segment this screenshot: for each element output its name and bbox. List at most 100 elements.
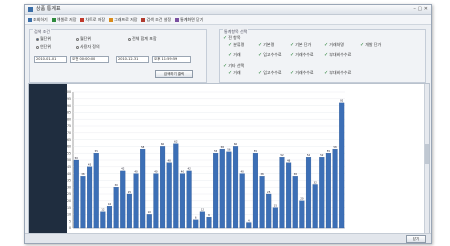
group1-checkbox-3[interactable]: ✓ 거래처명 <box>324 42 344 48</box>
other-items-checkbox[interactable]: ✓ 기타 선택 <box>223 63 244 69</box>
bar-value-label: 55 <box>327 149 331 153</box>
close-button[interactable]: 닫기 <box>406 235 426 243</box>
bar <box>106 206 113 229</box>
bar <box>120 170 126 229</box>
y-tick-label: 60 <box>67 145 71 149</box>
checkmark-icon: ✓ <box>258 41 263 48</box>
bar <box>286 162 292 229</box>
toolbar-button-3[interactable]: 그래프로 저장 <box>109 17 137 23</box>
y-tick-label: 35 <box>67 179 71 183</box>
group2-checkbox-2[interactable]: ✓ 거래수수료 <box>290 70 314 76</box>
bar <box>193 219 199 229</box>
bar-value-label: 55 <box>254 149 258 153</box>
group2-checkbox-1[interactable]: ✓ 입고수수료 <box>258 70 282 76</box>
bar-value-label: 50 <box>75 156 79 160</box>
period-radio-0[interactable]: 월단위 <box>36 36 51 42</box>
radio-dot <box>128 37 131 41</box>
group1-checkbox-2[interactable]: ✓ 기본 단가 <box>290 42 311 48</box>
radio-dot <box>36 45 39 49</box>
bar <box>186 170 192 229</box>
radio-dot <box>36 37 39 41</box>
checkmark-icon: ✓ <box>360 41 365 48</box>
group1-checkbox-1[interactable]: ✓ 기본명 <box>258 42 274 48</box>
window-controls[interactable]: – ▢ ✕ <box>413 6 428 13</box>
bar <box>173 143 179 229</box>
search-button[interactable]: 검색하기 클릭 <box>155 70 193 78</box>
bar-value-label: 42 <box>187 167 191 171</box>
period-radio-4[interactable]: 사용자 정의 <box>76 44 100 50</box>
from-time-field[interactable]: 오전 00:00:00 <box>70 56 109 63</box>
filter-icon <box>141 17 146 22</box>
toolbar-button-4[interactable]: 검색 조건 설정 <box>141 17 171 23</box>
bar <box>312 184 318 229</box>
to-date-field[interactable]: 2010-12-31 <box>116 56 149 63</box>
bar <box>93 153 99 229</box>
group1-checkbox-4[interactable]: ✓ 개발 단가 <box>360 42 381 48</box>
y-tick-label: 5 <box>69 219 71 223</box>
toolbar-button-5[interactable]: 통계화면 닫기 <box>175 17 203 23</box>
bar <box>140 148 146 229</box>
bar-value-label: 45 <box>88 163 92 167</box>
period-radio-2[interactable]: 전체 합계 포함 <box>128 36 157 42</box>
bar <box>100 211 106 229</box>
bar-value-label: 48 <box>168 159 172 163</box>
bar-chart: 0 5 10 15 20 25 30 35 40 45 50 55 60 65 70 75 80 85 90 95 10… <box>29 84 425 234</box>
bar-value-label: 32 <box>313 180 317 184</box>
all-items-checkbox[interactable]: ✓ 전 항목 <box>223 35 241 41</box>
chart-left-strip <box>29 84 67 234</box>
group2-checkbox-0[interactable]: ✓ 거래 <box>228 70 241 76</box>
group2-checkbox-3[interactable]: ✓ 부대비수수료 <box>324 70 351 76</box>
period-radio-1[interactable]: 월단위 <box>76 36 91 42</box>
bar-value-label: 8 <box>208 213 210 217</box>
excel-icon <box>51 17 56 22</box>
to-time-field[interactable]: 오후 11:59:59 <box>152 56 191 63</box>
chart-right-margin <box>351 84 425 234</box>
scroll-thumb[interactable] <box>425 144 429 164</box>
y-tick-label: 75 <box>67 124 71 128</box>
bar-value-label: 58 <box>221 145 225 149</box>
group1-checkbox-8[interactable]: ✓ 부대비수수료 <box>324 52 351 58</box>
from-date-field[interactable]: 2010-01-01 <box>34 56 67 63</box>
checkbox-label: 입고수수료 <box>263 52 282 57</box>
bar-value-label: 55 <box>214 149 218 153</box>
vertical-scrollbar[interactable] <box>424 84 429 234</box>
radio-label: 사용자 정의 <box>80 44 100 49</box>
y-tick-label: 30 <box>67 185 71 189</box>
toolbar-button-1[interactable]: 엑셀로 저장 <box>51 17 76 23</box>
checkbox-label: 입고수수료 <box>263 70 282 75</box>
bar-value-label: 60 <box>161 142 165 146</box>
group1-checkbox-7[interactable]: ✓ 거래수수료 <box>290 52 314 58</box>
bar <box>252 153 258 229</box>
group1-checkbox-5[interactable]: ✓ 거래 <box>228 52 241 58</box>
toolbar-button-2[interactable]: 차트로 저장 <box>80 17 105 23</box>
y-tick-label: 40 <box>67 172 71 176</box>
other-items-label: 기타 선택 <box>228 63 245 68</box>
bar-value-label: 25 <box>267 190 271 194</box>
y-tick-label: 100 <box>65 90 71 94</box>
checkmark-icon: ✓ <box>228 69 233 76</box>
checkbox-label: 개발 단가 <box>365 42 382 47</box>
checkmark-icon: ✓ <box>324 41 329 48</box>
status-bar: 닫기 <box>25 233 431 243</box>
radio-label: 월단위 <box>40 36 52 41</box>
group1-checkbox-6[interactable]: ✓ 입고수수료 <box>258 52 282 58</box>
period-radio-3[interactable]: 연단위 <box>36 44 51 50</box>
y-tick-label: 70 <box>67 131 71 135</box>
bar <box>239 173 245 229</box>
bar-value-label: 12 <box>101 207 105 211</box>
y-tick-label: 95 <box>67 97 71 101</box>
y-tick-label: 50 <box>67 158 71 162</box>
y-tick-label: 20 <box>67 199 71 203</box>
toolbar-button-0[interactable]: 조회하기 <box>28 17 48 23</box>
bar-value-label: 92 <box>340 99 344 103</box>
toolbar-label: 통계화면 닫기 <box>180 16 204 22</box>
group1-checkbox-0[interactable]: ✓ 분류명 <box>228 42 244 48</box>
bar-value-label: 16 <box>108 202 112 206</box>
y-tick-label: 80 <box>67 117 71 121</box>
y-tick-label: 0 <box>69 226 71 230</box>
bar-value-label: 10 <box>148 210 152 214</box>
checkbox-label: 거래처명 <box>329 42 344 47</box>
checkbox-label: 부대비수수료 <box>329 70 352 75</box>
bar-value-label: 30 <box>114 183 118 187</box>
checkmark-icon: ✓ <box>228 41 233 48</box>
